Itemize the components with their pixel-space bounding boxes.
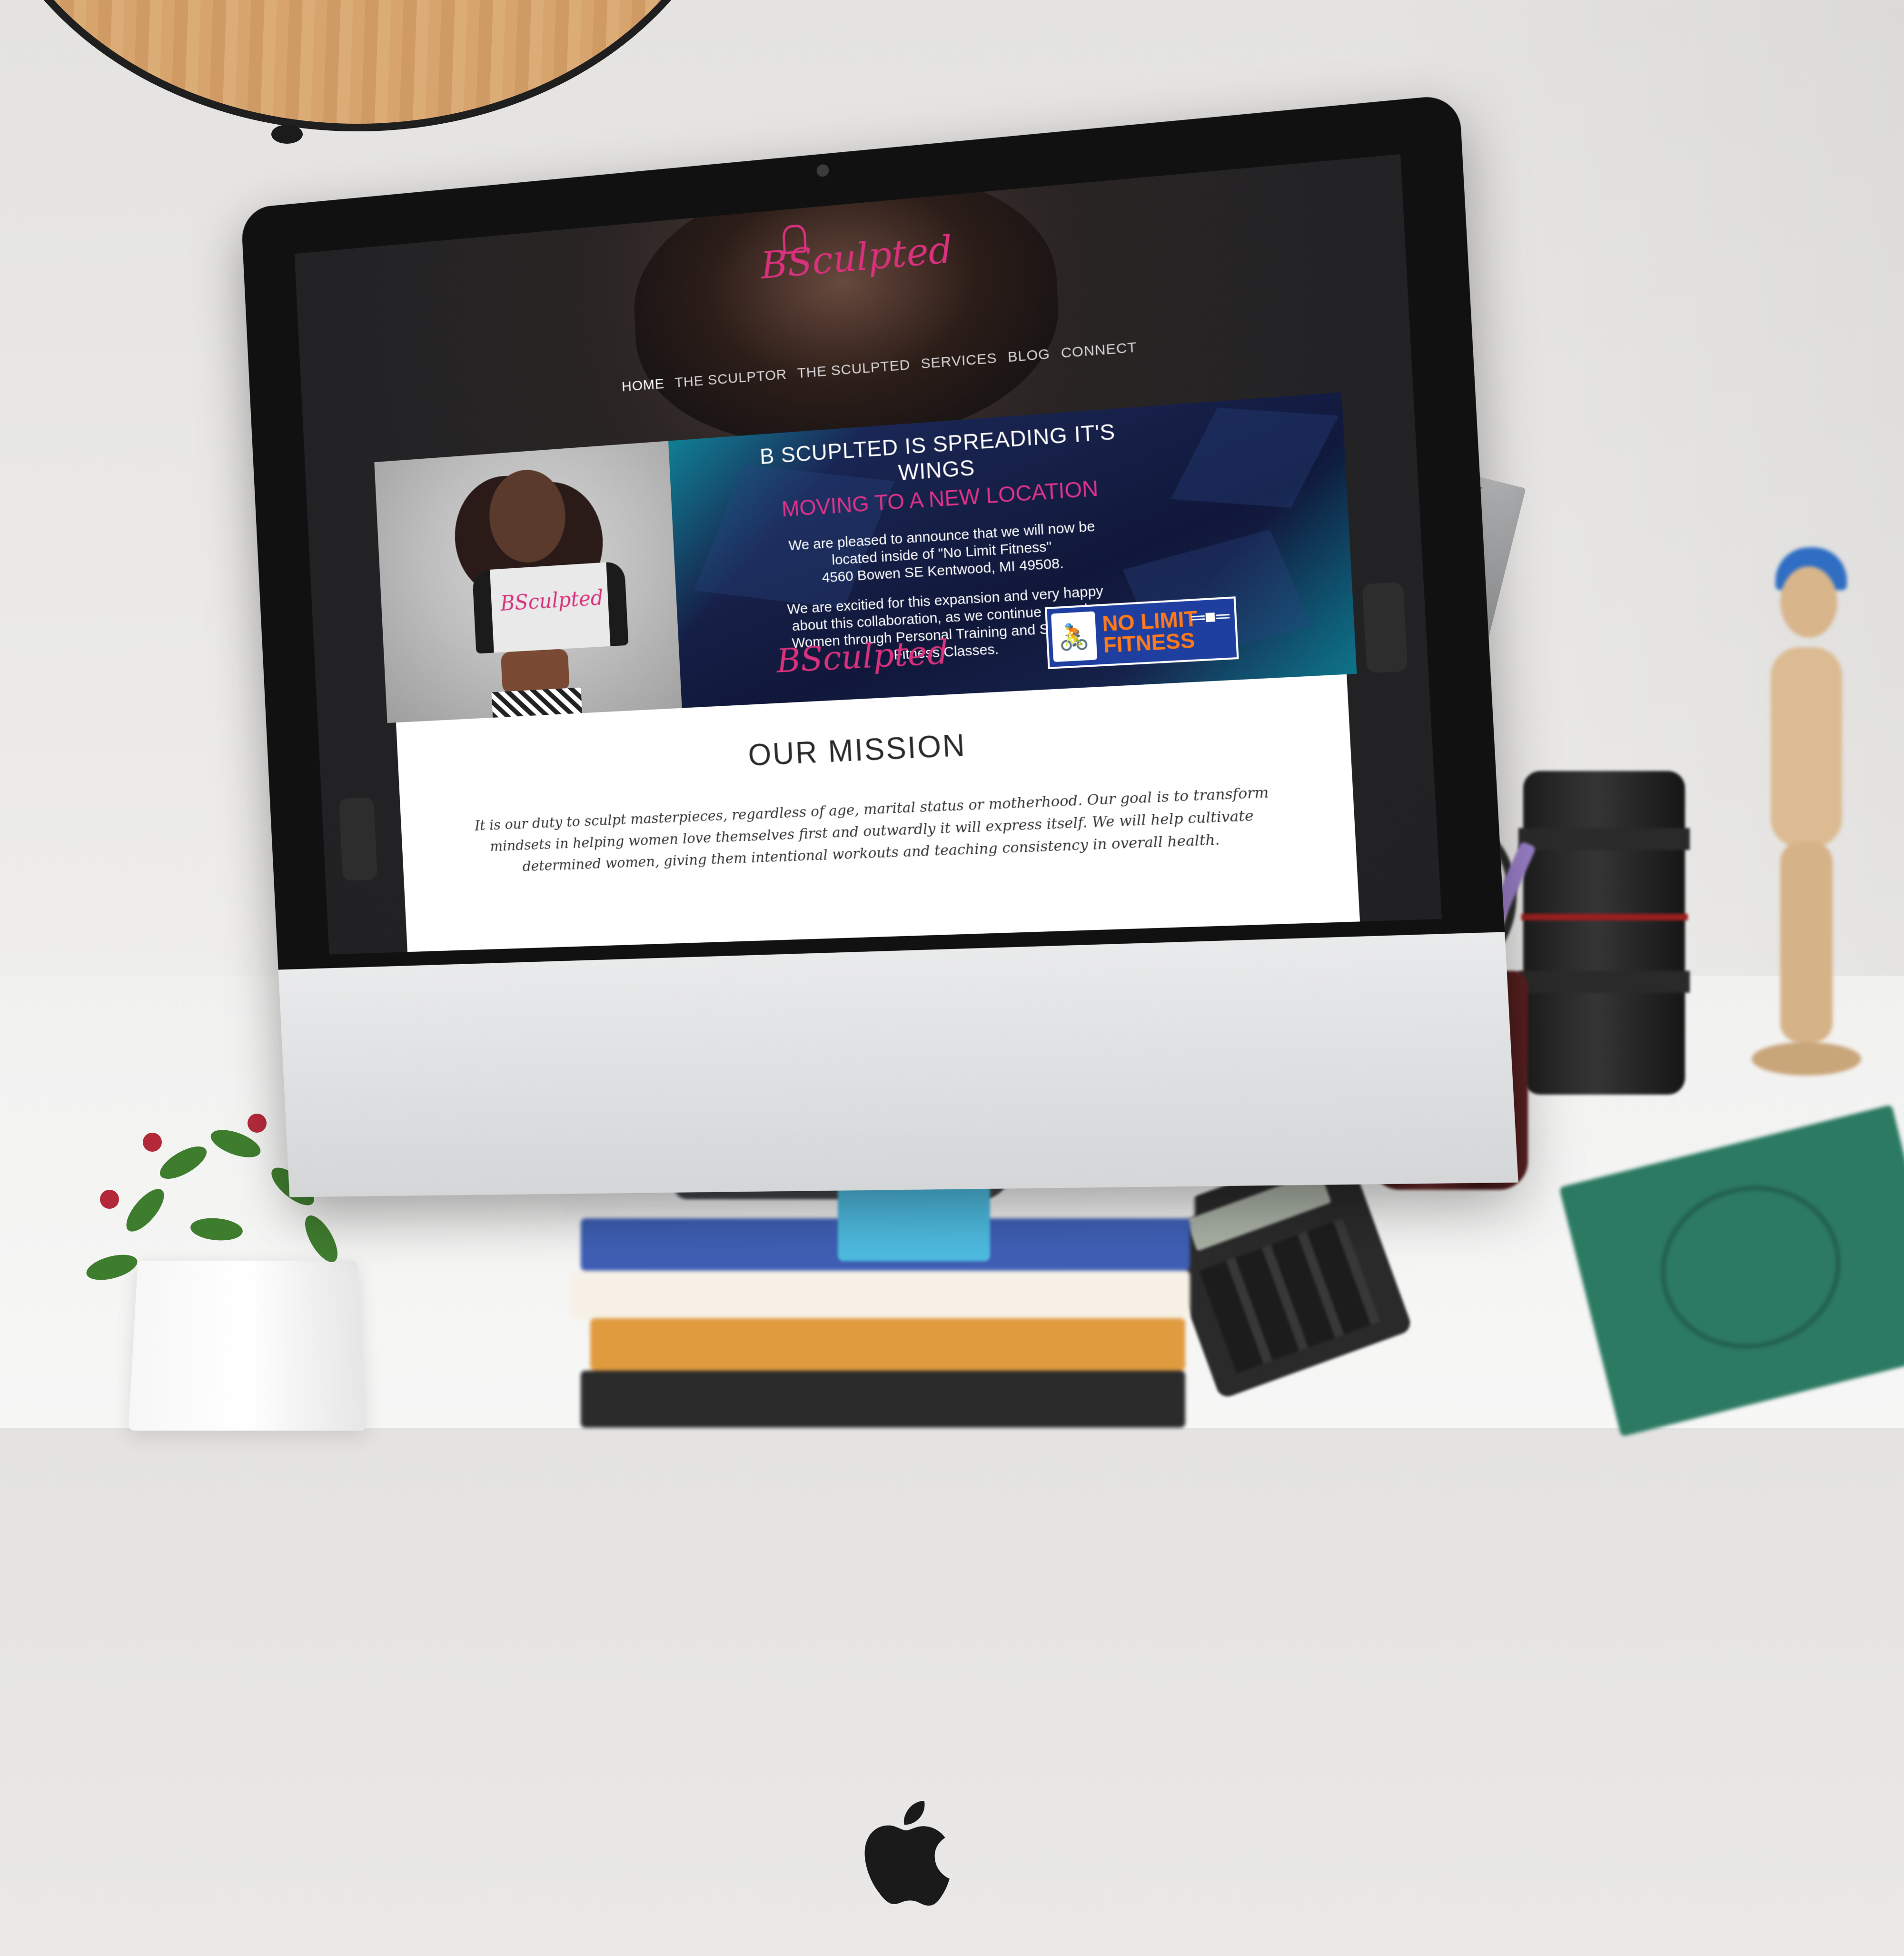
monitor-chin [278,932,1518,1907]
book [571,1271,1190,1318]
model-head [487,467,568,565]
hero-dumbbell-right [1362,582,1408,673]
calculator-keys [1199,1218,1380,1374]
partner-name-line2: FITNESS [1102,628,1196,658]
book [590,1318,1185,1371]
exercise-bike-icon: 🚴 [1051,611,1098,662]
berry [248,1114,267,1133]
nav-blog[interactable]: BLOG [1005,343,1052,369]
plant-pot [128,1260,367,1431]
nav-home[interactable]: HOME [619,373,667,398]
model-torso [500,648,570,694]
model-photo: BSculpted [374,439,701,723]
camera-lens [1518,771,1690,1095]
lens-red-ring [1521,914,1688,920]
mission-body: It is our duty to sculpt masterpieces, r… [474,784,1269,875]
no-limit-fitness-logo[interactable]: 🚴 NO LIMIT FITNESS ═■═ [1044,596,1239,669]
mission-section: OUR MISSION It is our duty to sculpt mas… [396,674,1360,952]
berry [143,1133,162,1152]
imac-monitor: BSculpted HOME THE SCULPTOR THE SCULPTED… [240,94,1518,1907]
shirt-logo-text: BSculpted [500,586,604,616]
berry [100,1190,119,1209]
announcement-text: We are pleased to announce that we will … [747,515,1141,591]
mannequin-body [1771,647,1842,847]
mannequin-legs [1780,842,1833,1042]
mission-title: OUR MISSION [747,728,967,772]
mannequin-head [1780,566,1837,638]
guitar-strap-button [271,125,303,144]
lens-ring [1518,828,1690,850]
hero-dumbbell-left [338,797,378,881]
apple-logo-icon [861,1796,956,1910]
mannequin-base [1752,1042,1861,1076]
guitar-body [0,0,744,131]
book [581,1371,1185,1428]
notebook-sketch [1643,1166,1858,1368]
webcam [816,164,829,178]
dumbbell-icon: ═■═ [1190,605,1230,629]
wooden-mannequin [1733,509,1875,1080]
lens-ring [1518,971,1690,993]
partner-name: NO LIMIT FITNESS [1101,607,1199,658]
website-screen: BSculpted HOME THE SCULPTOR THE SCULPTED… [294,154,1442,955]
banner-facet [1170,407,1339,508]
